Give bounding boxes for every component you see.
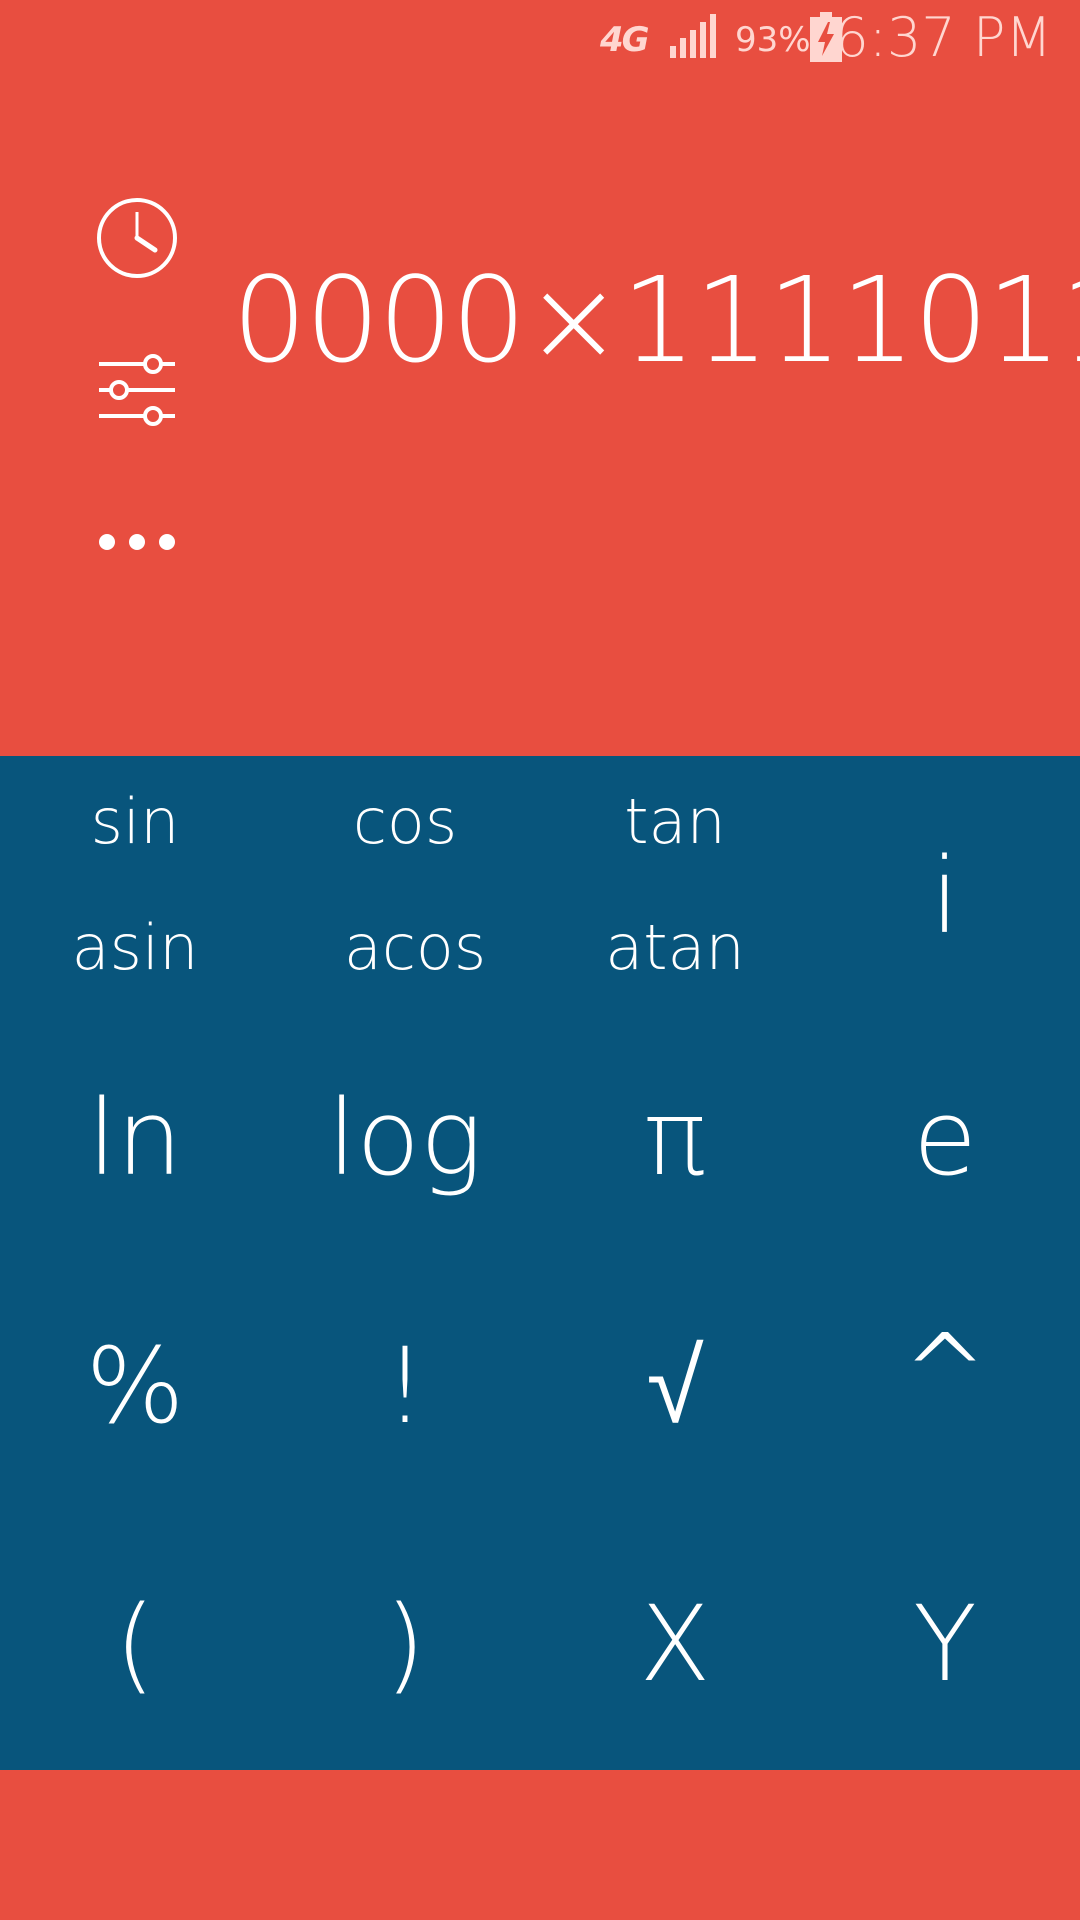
status-bar: 4G 93% 6:37 PM <box>0 0 1080 80</box>
key-imaginary[interactable]: i <box>810 826 1080 966</box>
key-ln[interactable]: ln <box>0 1068 270 1208</box>
key-close-paren[interactable]: ) <box>270 1574 540 1714</box>
key-atan[interactable]: atan <box>555 908 795 988</box>
key-cos[interactable]: cos <box>285 782 525 862</box>
key-factorial[interactable]: ! <box>270 1316 540 1456</box>
sliders-icon[interactable] <box>95 348 179 432</box>
key-acos[interactable]: acos <box>295 908 535 988</box>
signal-bars-icon <box>670 14 716 58</box>
clock-icon[interactable] <box>95 196 179 280</box>
calculator-screen: 4G 93% 6:37 PM 0000×1111011 sin cos tan … <box>0 0 1080 1920</box>
key-power[interactable]: ^ <box>810 1302 1080 1442</box>
key-sqrt[interactable]: √ <box>540 1316 810 1456</box>
key-percent[interactable]: % <box>0 1316 270 1456</box>
battery-percent: 93% <box>735 20 811 60</box>
key-asin[interactable]: asin <box>15 908 255 988</box>
key-y[interactable]: Y <box>810 1574 1080 1714</box>
expression-display: 0000×1111011 <box>232 251 1080 389</box>
network-type: 4G <box>600 20 650 60</box>
advanced-keypad: sin cos tan asin acos atan i ln log π e … <box>0 756 1080 1770</box>
key-sin[interactable]: sin <box>15 782 255 862</box>
key-pi[interactable]: π <box>540 1068 810 1208</box>
key-open-paren[interactable]: ( <box>0 1574 270 1714</box>
key-log[interactable]: log <box>270 1068 540 1208</box>
bottom-panel <box>0 1770 1080 1920</box>
key-e[interactable]: e <box>810 1068 1080 1208</box>
status-time: 6:37 PM <box>834 6 1052 69</box>
more-dots-icon[interactable] <box>95 500 179 584</box>
key-x[interactable]: X <box>540 1574 810 1714</box>
key-tan[interactable]: tan <box>555 782 795 862</box>
